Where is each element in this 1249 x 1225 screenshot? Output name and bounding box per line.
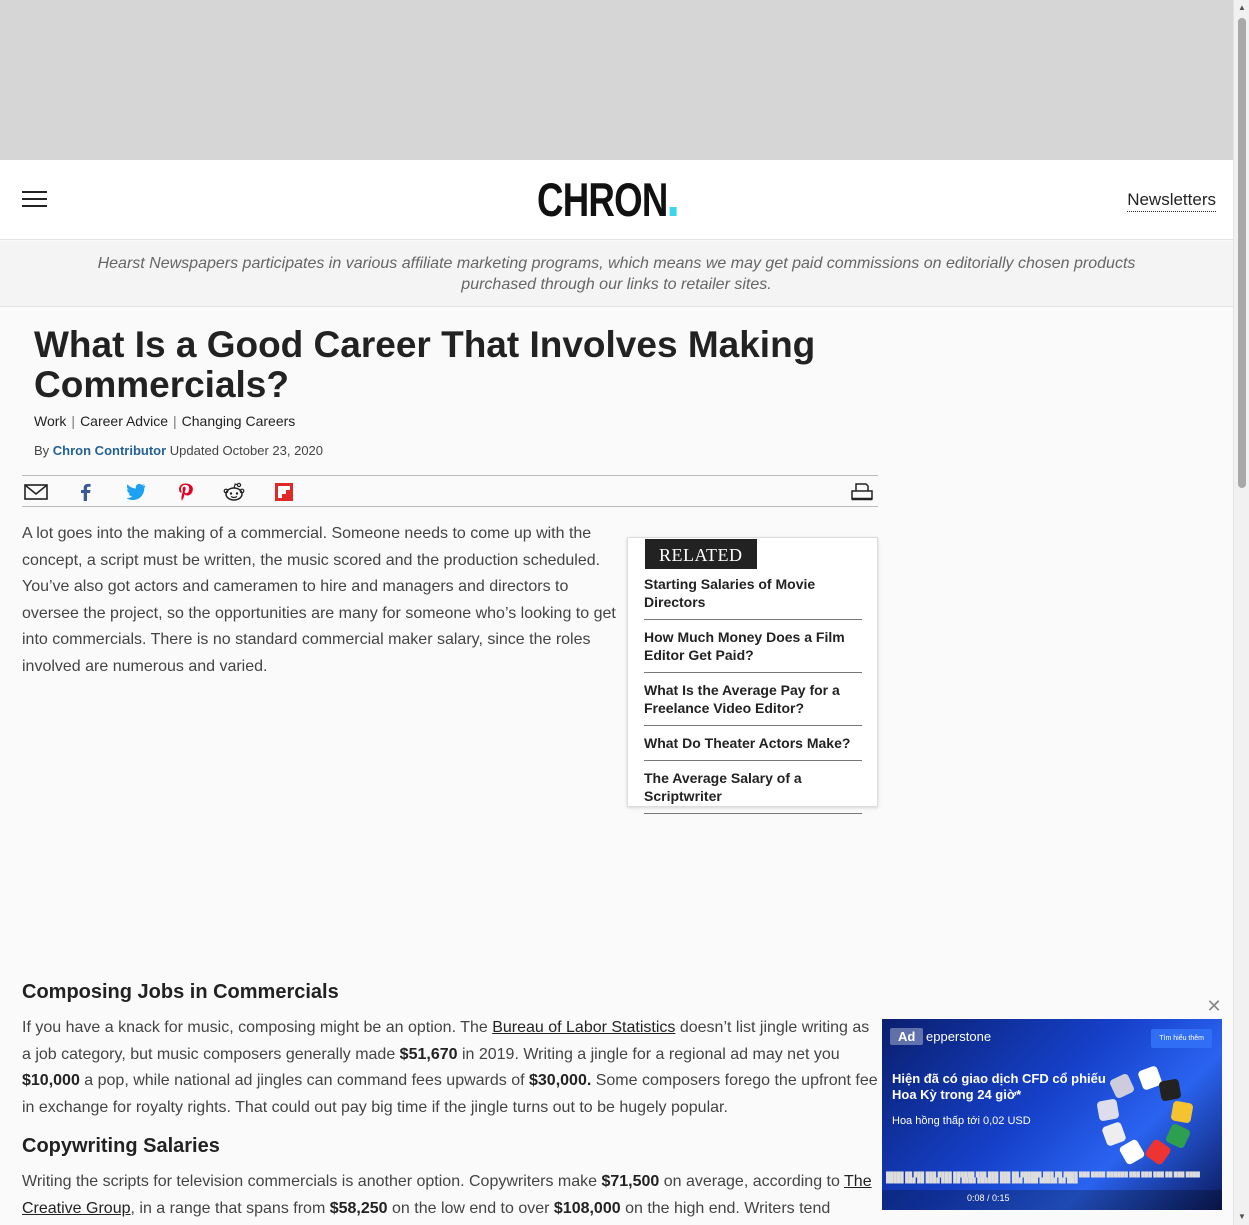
salary-figure: $58,250: [329, 1199, 388, 1217]
video-ad[interactable]: Ad epperstone Tìm hiểu thêm Hiện đã có g…: [882, 1019, 1222, 1210]
related-item[interactable]: What Do Theater Actors Make?: [644, 734, 862, 761]
breadcrumb-changing-careers[interactable]: Changing Careers: [182, 413, 296, 429]
ad-fine-print: █████ ██ ███ ███ ████ ██████ ███ ███ ███…: [886, 1172, 1200, 1184]
affiliate-disclaimer: Hearst Newspapers participates in variou…: [0, 241, 1233, 307]
salary-figure: $30,000.: [529, 1072, 592, 1089]
text-run: on the high end. Writers tend: [620, 1199, 831, 1217]
bls-link[interactable]: Bureau of Labor Statistics: [492, 1019, 675, 1036]
related-item[interactable]: The Average Salary of a Scriptwriter: [644, 769, 862, 814]
salary-figure: $108,000: [553, 1199, 621, 1217]
breadcrumb-separator: |: [173, 413, 177, 429]
ad-brand: epperstone: [926, 1029, 992, 1044]
logo-dot: [669, 207, 677, 216]
email-icon[interactable]: [24, 482, 48, 502]
facebook-icon[interactable]: [74, 482, 98, 502]
section-paragraph-composing: If you have a knack for music, composing…: [22, 1015, 878, 1121]
scrollbar-thumb[interactable]: [1238, 18, 1246, 488]
byline-prefix: By: [34, 443, 50, 458]
hamburger-menu-icon[interactable]: [22, 191, 47, 209]
section-heading-composing: Composing Jobs in Commercials: [22, 981, 339, 1003]
article-intro: A lot goes into the making of a commerci…: [22, 525, 616, 675]
breadcrumb: Work | Career Advice | Changing Careers: [34, 412, 295, 430]
page-scrollbar[interactable]: ▲ ▼: [1233, 0, 1249, 1225]
article-byline: By Chron Contributor Updated October 23,…: [34, 442, 323, 460]
breadcrumb-separator: |: [71, 413, 76, 429]
related-tag: RELATED: [645, 539, 757, 569]
top-ad-banner: [0, 0, 1233, 160]
newsletters-link[interactable]: Newsletters: [1127, 189, 1216, 212]
ad-cta-button[interactable]: Tìm hiểu thêm: [1151, 1029, 1212, 1048]
text-run: Writing the scripts for television comme…: [22, 1173, 602, 1190]
ad-badge: Ad: [890, 1028, 924, 1045]
breadcrumb-career-advice[interactable]: Career Advice: [80, 413, 168, 429]
print-icon[interactable]: [850, 482, 874, 502]
salary-figure: $71,500: [601, 1173, 660, 1190]
ad-app-icons-graphic: [1097, 1066, 1193, 1165]
salary-figure: $10,000: [22, 1072, 80, 1089]
share-bar: [22, 475, 878, 507]
reddit-icon[interactable]: [222, 482, 246, 502]
related-item[interactable]: Starting Salaries of Movie Directors: [644, 575, 862, 620]
text-run: a pop, while national ad jingles can com…: [79, 1072, 529, 1089]
related-item[interactable]: What Is the Average Pay for a Freelance …: [644, 681, 862, 726]
text-run: on the low end to over: [387, 1199, 554, 1217]
breadcrumb-work[interactable]: Work: [34, 413, 66, 429]
article-title: What Is a Good Career That Involves Maki…: [34, 324, 816, 405]
scroll-down-arrow-icon[interactable]: ▼: [1234, 1209, 1249, 1225]
author-link[interactable]: Chron Contributor: [53, 443, 166, 458]
text-run: If you have a knack for music, composing…: [22, 1019, 493, 1036]
twitter-icon[interactable]: [123, 482, 147, 502]
updated-date: Updated October 23, 2020: [169, 443, 324, 458]
text-run: on average, according to: [659, 1173, 845, 1190]
site-header: CHRON Newsletters: [0, 160, 1233, 240]
ad-subtext: Hoa hồng thấp tới 0,02 USD: [892, 1115, 1031, 1127]
logo-text: CHRON: [537, 173, 668, 226]
chron-logo[interactable]: CHRON: [537, 176, 677, 224]
text-run: in 2019. Writing a jingle for a regional…: [457, 1045, 840, 1063]
salary-figure: $51,670: [399, 1045, 458, 1063]
pinterest-icon[interactable]: [173, 482, 197, 502]
related-articles-box: RELATED Starting Salaries of Movie Direc…: [627, 537, 878, 814]
text-run: , in a range that spans from: [130, 1199, 330, 1217]
close-icon[interactable]: ✕: [1206, 997, 1222, 1015]
section-paragraph-copywriting: Writing the scripts for television comme…: [22, 1169, 878, 1222]
video-controls[interactable]: 0:08 / 0:15: [882, 1190, 1222, 1210]
flipboard-icon[interactable]: [272, 482, 296, 502]
related-list: Starting Salaries of Movie Directors How…: [644, 575, 862, 822]
related-item[interactable]: How Much Money Does a Film Editor Get Pa…: [644, 628, 862, 673]
scroll-up-arrow-icon[interactable]: ▲: [1234, 0, 1249, 16]
video-time: 0:08 / 0:15: [967, 1193, 1010, 1203]
section-heading-copywriting: Copywriting Salaries: [22, 1135, 220, 1157]
